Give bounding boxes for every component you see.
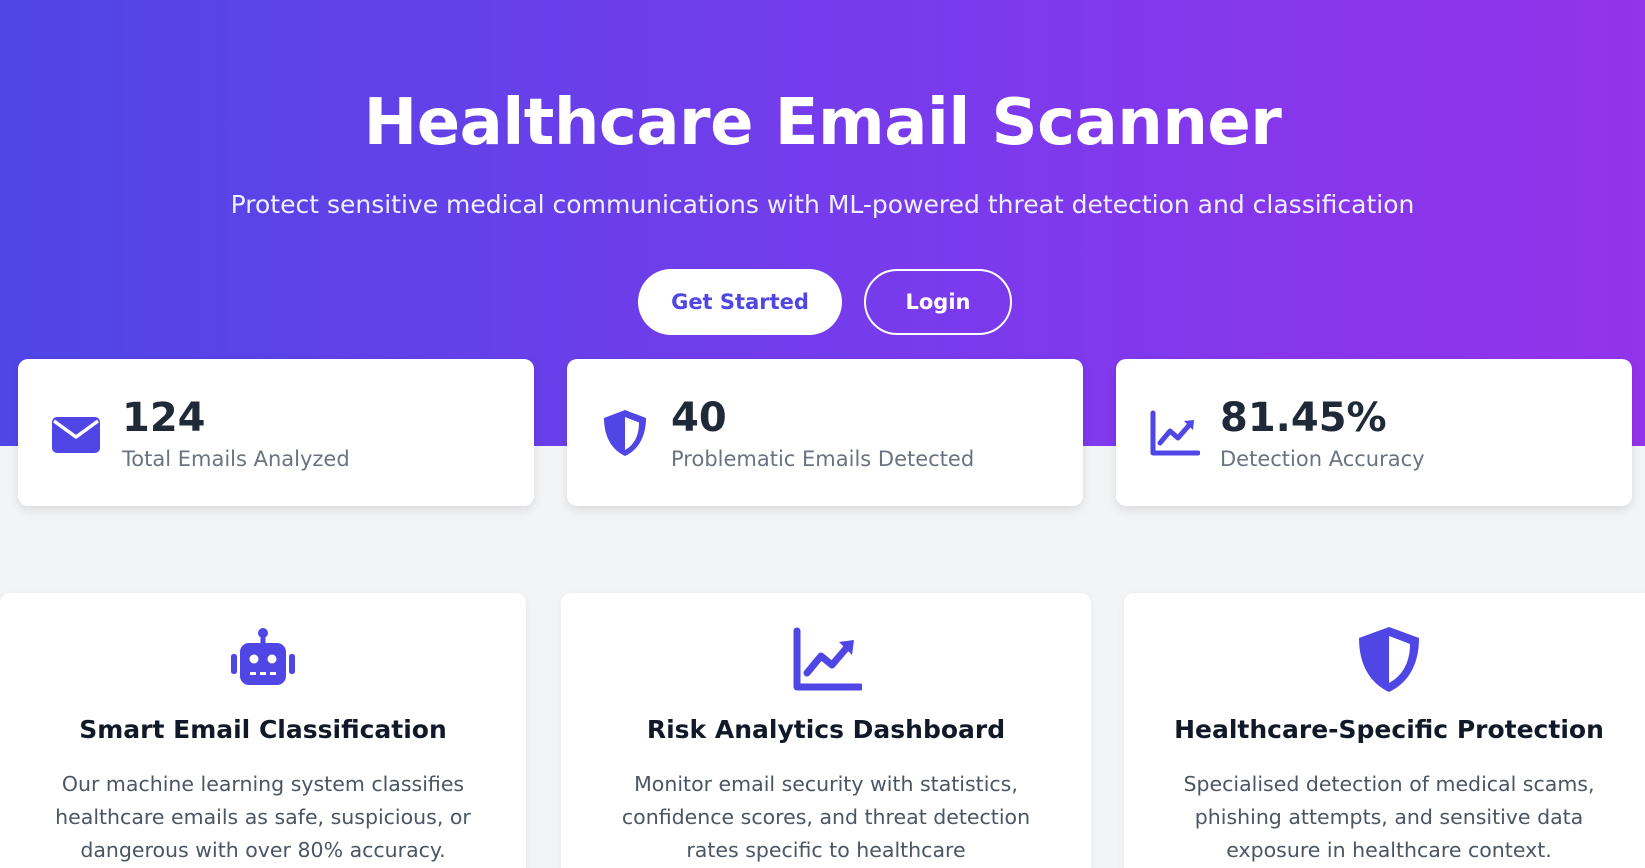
feature-title: Smart Email Classification xyxy=(79,715,447,744)
stat-label: Problematic Emails Detected xyxy=(671,447,975,471)
stat-card-problematic-emails: 40 Problematic Emails Detected xyxy=(567,359,1083,506)
stat-value: 81.45% xyxy=(1220,395,1387,441)
chart-line-icon xyxy=(793,627,862,691)
stat-card-detection-accuracy: 81.45% Detection Accuracy xyxy=(1116,359,1632,506)
feature-title: Risk Analytics Dashboard xyxy=(646,715,1006,744)
feature-description: Specialised detection of medical scams, … xyxy=(1183,772,1595,862)
envelope-icon xyxy=(52,417,100,453)
page: Healthcare Email Scanner Protect sensiti… xyxy=(0,0,1645,868)
feature-card-protection: Healthcare-Specific Protection Specialis… xyxy=(1124,593,1645,868)
feature-description: Monitor email security with statistics, … xyxy=(621,772,1031,862)
feature-card-classification: Smart Email Classification Our machine l… xyxy=(0,593,526,868)
stat-value: 124 xyxy=(122,395,206,441)
hero-subtitle: Protect sensitive medical communications… xyxy=(230,190,1415,219)
chart-line-icon xyxy=(1150,410,1200,456)
shield-icon xyxy=(604,410,646,456)
robot-icon xyxy=(231,628,295,685)
stat-label: Detection Accuracy xyxy=(1220,447,1425,471)
page-title: Healthcare Email Scanner xyxy=(363,86,1282,160)
feature-card-analytics: Risk Analytics Dashboard Monitor email s… xyxy=(561,593,1091,868)
feature-title: Healthcare-Specific Protection xyxy=(1174,715,1604,744)
feature-description: Our machine learning system classifies h… xyxy=(55,772,471,862)
stat-label: Total Emails Analyzed xyxy=(122,447,350,471)
stat-value: 40 xyxy=(671,395,727,441)
shield-icon xyxy=(1359,627,1419,692)
get-started-button[interactable]: Get Started xyxy=(638,269,842,335)
login-button[interactable]: Login xyxy=(864,269,1012,335)
stat-card-total-emails: 124 Total Emails Analyzed xyxy=(18,359,534,506)
